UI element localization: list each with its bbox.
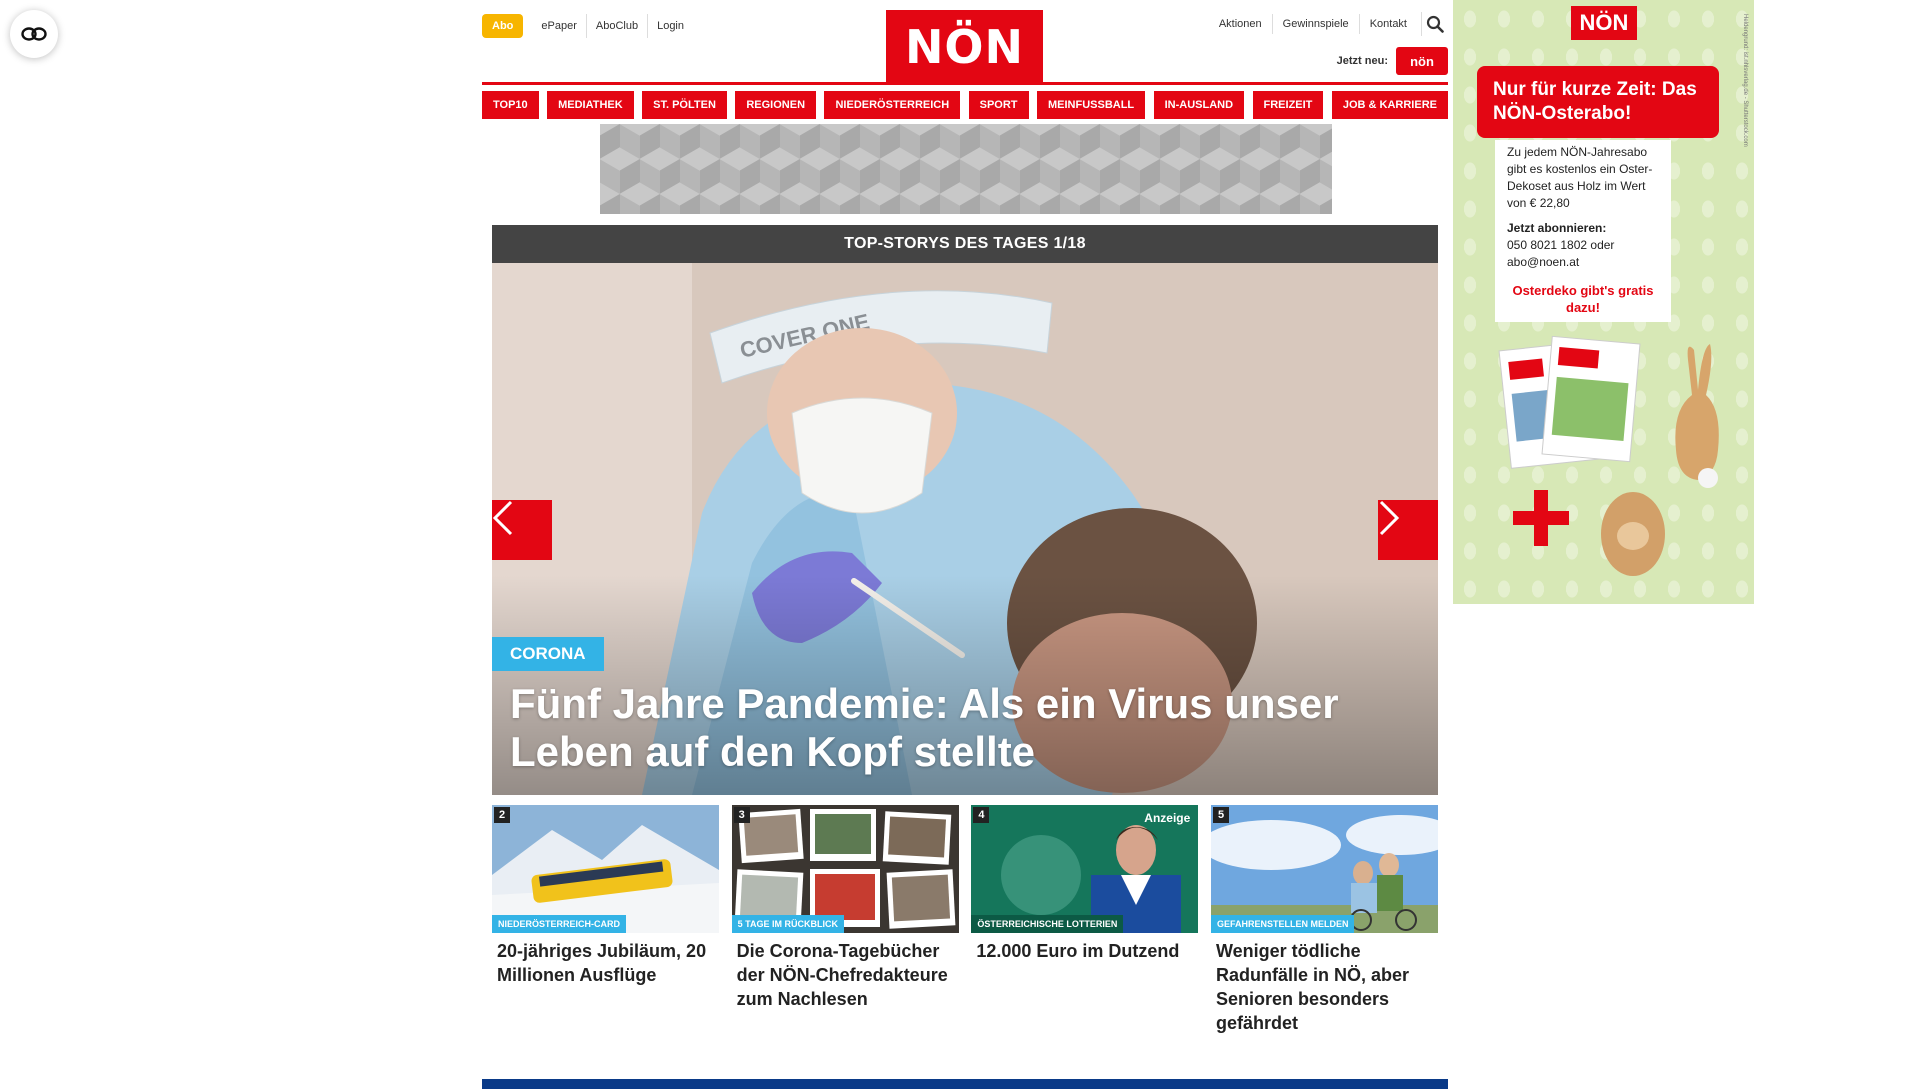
gewinnspiele-link[interactable]: Gewinnspiele	[1271, 14, 1359, 34]
photo-collage-image	[731, 805, 959, 933]
nav-item-top10[interactable]: TOP10	[482, 90, 539, 119]
ad-headline: Nur für kurze Zeit: Das NÖN-Osterabo!	[1477, 66, 1719, 138]
nav-item-niederoesterreich[interactable]: NIEDERÖSTERREICH	[824, 90, 961, 119]
epaper-link[interactable]: ePaper	[532, 14, 585, 38]
login-link[interactable]: Login	[647, 14, 693, 38]
hero-slide[interactable]: COVER ONE CORONA Fünf Jahre Pandemie: Al…	[492, 263, 1438, 795]
aktionen-link[interactable]: Aktionen	[1209, 14, 1272, 34]
ad-newspaper-image	[1498, 335, 1641, 469]
teaser-tag[interactable]: GEFAHRENSTELLEN MELDEN	[1210, 915, 1355, 933]
train-image	[492, 805, 719, 933]
hero-title[interactable]: Fünf Jahre Pandemie: Als ein Virus unser…	[510, 680, 1410, 776]
teaser-title[interactable]: Die Corona-Tagebücher der NÖN-Chefredakt…	[732, 933, 959, 1011]
nav-item-mediathek[interactable]: MEDIATHEK	[547, 90, 634, 119]
ad-body-text: Zu jedem NÖN-Jahresabo gibt es kostenlos…	[1507, 145, 1653, 210]
page-column: Abo ePaper AboClub Login NÖN Aktionen Ge…	[482, 0, 1448, 1089]
aboclub-link[interactable]: AboClub	[585, 14, 647, 38]
ad-body: Zu jedem NÖN-Jahresabo gibt es kostenlos…	[1495, 140, 1671, 279]
nav-item-job-karriere[interactable]: JOB & KARRIERE	[1331, 90, 1448, 119]
mini-logo[interactable]: nön	[1396, 47, 1448, 75]
main-navigation: TOP10 MEDIATHEK ST. PÖLTEN REGIONEN NIED…	[482, 82, 1448, 120]
teaser-number: 4	[973, 807, 990, 823]
teaser-card[interactable]: 4 Anzeige ÖSTERREICHISCHE LOTTERIEN 12.0…	[971, 805, 1199, 1035]
sponsored-label: Anzeige	[1144, 811, 1191, 825]
teaser-thumbnail[interactable]: 5 GEFAHRENSTELLEN MELDEN	[1210, 805, 1438, 933]
jetzt-neu: Jetzt neu: nön	[1337, 47, 1448, 75]
teaser-title[interactable]: 12.000 Euro im Dutzend	[971, 933, 1198, 963]
kontakt-link[interactable]: Kontakt	[1358, 14, 1417, 34]
ad-logo: NÖN	[1571, 6, 1637, 40]
hero-category-tag[interactable]: CORONA	[492, 637, 604, 671]
ad-contact: 050 8021 1802 oder abo@noen.at	[1507, 238, 1615, 269]
teaser-tag[interactable]: ÖSTERREICHISCHE LOTTERIEN	[971, 915, 1124, 933]
nav-item-sport[interactable]: SPORT	[968, 90, 1029, 119]
teaser-thumbnail[interactable]: 4 Anzeige ÖSTERREICHISCHE LOTTERIEN	[971, 805, 1199, 933]
accessibility-icon	[21, 27, 47, 41]
nav-item-regionen[interactable]: REGIONEN	[735, 90, 817, 119]
carousel-next-button[interactable]	[1378, 500, 1438, 560]
header-links-left: Abo ePaper AboClub Login	[482, 14, 693, 38]
jetzt-neu-label: Jetzt neu:	[1336, 55, 1388, 67]
teaser-card[interactable]: 3 5 TAGE IM RÜCKBLICK Die Corona-Tagebüc…	[731, 805, 959, 1035]
teaser-card[interactable]: 2 NIEDERÖSTERREICH-CARD 20-jähriges Jubi…	[492, 805, 719, 1035]
nav-item-freizeit[interactable]: FREIZEIT	[1252, 90, 1324, 119]
header-links-right: Aktionen Gewinnspiele Kontakt	[1209, 12, 1448, 36]
plus-icon	[1513, 490, 1569, 546]
nav-item-in-ausland[interactable]: IN-AUSLAND	[1153, 90, 1245, 119]
ad-banner-placeholder[interactable]	[600, 124, 1332, 214]
teaser-number: 3	[733, 807, 750, 823]
teaser-tag[interactable]: 5 TAGE IM RÜCKBLICK	[731, 915, 844, 933]
ad-cta-label: Jetzt abonnieren:	[1507, 221, 1607, 235]
footer-bar	[482, 1079, 1448, 1089]
carousel-heading: TOP-STORYS DES TAGES 1/18	[492, 225, 1438, 263]
side-advertisement[interactable]: NÖN Heldengrund: ist.nhlsverlag.de - Shu…	[1453, 0, 1754, 604]
header: Abo ePaper AboClub Login NÖN Aktionen Ge…	[482, 0, 1448, 88]
accessibility-button[interactable]	[10, 10, 58, 58]
teaser-card[interactable]: 5 GEFAHRENSTELLEN MELDEN Weniger tödlich…	[1210, 805, 1438, 1035]
cyclists-image	[1210, 805, 1438, 933]
teaser-thumbnail[interactable]: 3 5 TAGE IM RÜCKBLICK	[731, 805, 959, 933]
teaser-title[interactable]: Weniger tödliche Radunfälle in NÖ, aber …	[1211, 933, 1438, 1035]
chevron-left-icon	[492, 500, 513, 536]
ad-promo: Osterdeko gibt's gratis dazu!	[1495, 276, 1671, 322]
teaser-list: 2 NIEDERÖSTERREICH-CARD 20-jähriges Jubi…	[492, 805, 1438, 1035]
abo-button[interactable]: Abo	[482, 14, 524, 38]
ad-egg-image	[1601, 492, 1665, 576]
teaser-title[interactable]: 20-jähriges Jubiläum, 20 Millionen Ausfl…	[492, 933, 719, 987]
chevron-right-icon	[1379, 500, 1400, 536]
nav-item-meinfussball[interactable]: MEINFUSSBALL	[1036, 90, 1146, 119]
teaser-number: 5	[1212, 807, 1230, 823]
site-logo[interactable]: NÖN	[886, 10, 1043, 84]
teaser-number: 2	[494, 807, 511, 823]
search-icon[interactable]	[1421, 12, 1448, 36]
nav-item-st-poelten[interactable]: ST. PÖLTEN	[642, 90, 727, 119]
teaser-tag[interactable]: NIEDERÖSTERREICH-CARD	[492, 915, 627, 933]
carousel-prev-button[interactable]	[492, 500, 552, 560]
ad-bunny-image	[1675, 344, 1719, 488]
teaser-thumbnail[interactable]: 2 NIEDERÖSTERREICH-CARD	[492, 805, 719, 933]
ad-credit: Heldengrund: ist.nhlsverlag.de - Shutter…	[1742, 14, 1748, 147]
